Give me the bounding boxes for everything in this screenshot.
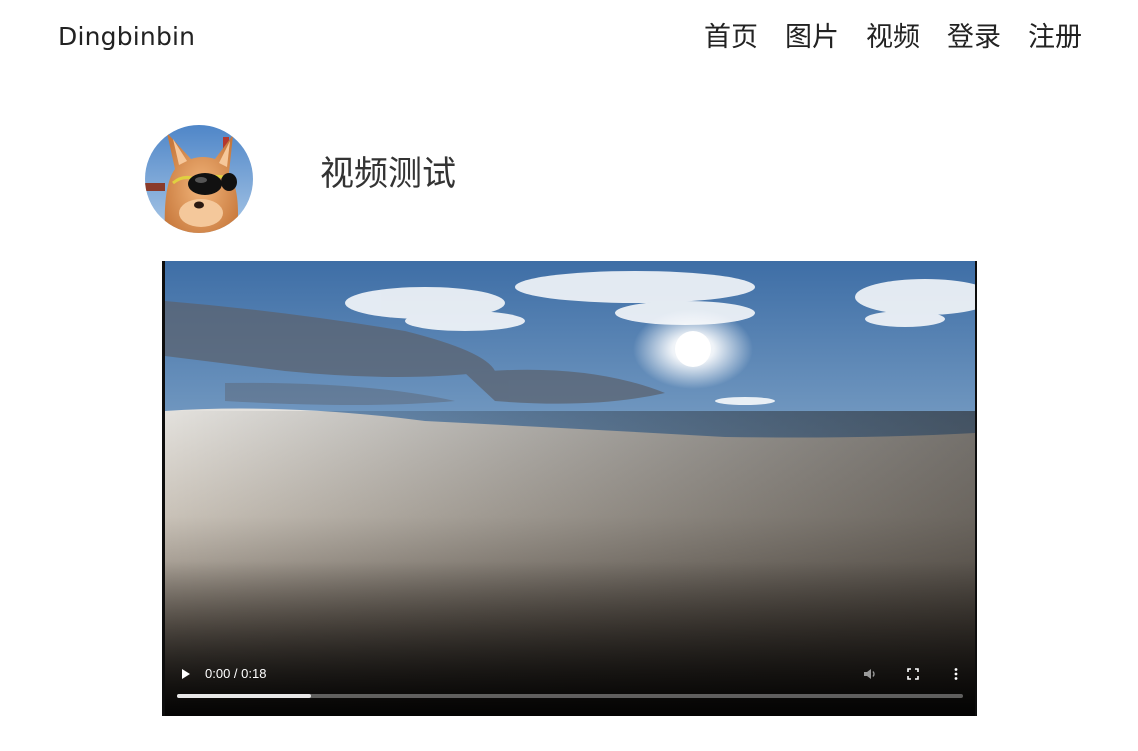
nav-login[interactable]: 登录 [947, 20, 1001, 56]
navbar: Dingbinbin 首页 图片 视频 登录 注册 [0, 0, 1138, 76]
fullscreen-icon[interactable] [905, 666, 921, 682]
progress-bar[interactable] [177, 694, 963, 698]
video-player[interactable]: 0:00 / 0:18 [162, 261, 977, 716]
play-icon[interactable] [177, 666, 193, 682]
dog-avatar-image [145, 125, 253, 233]
avatar [145, 125, 253, 233]
main-nav: 首页 图片 视频 登录 注册 [704, 20, 1082, 56]
time-display: 0:00 / 0:18 [205, 666, 267, 681]
nav-home[interactable]: 首页 [704, 20, 758, 56]
nav-videos[interactable]: 视频 [866, 20, 920, 56]
brand-logo[interactable]: Dingbinbin [58, 22, 195, 51]
volume-icon[interactable] [862, 666, 878, 682]
video-controls: 0:00 / 0:18 [162, 636, 977, 716]
nav-register[interactable]: 注册 [1028, 20, 1082, 56]
post-title: 视频测试 [320, 154, 456, 194]
nav-images[interactable]: 图片 [785, 20, 839, 56]
more-options-icon[interactable] [948, 666, 964, 682]
progress-buffered [177, 694, 311, 698]
